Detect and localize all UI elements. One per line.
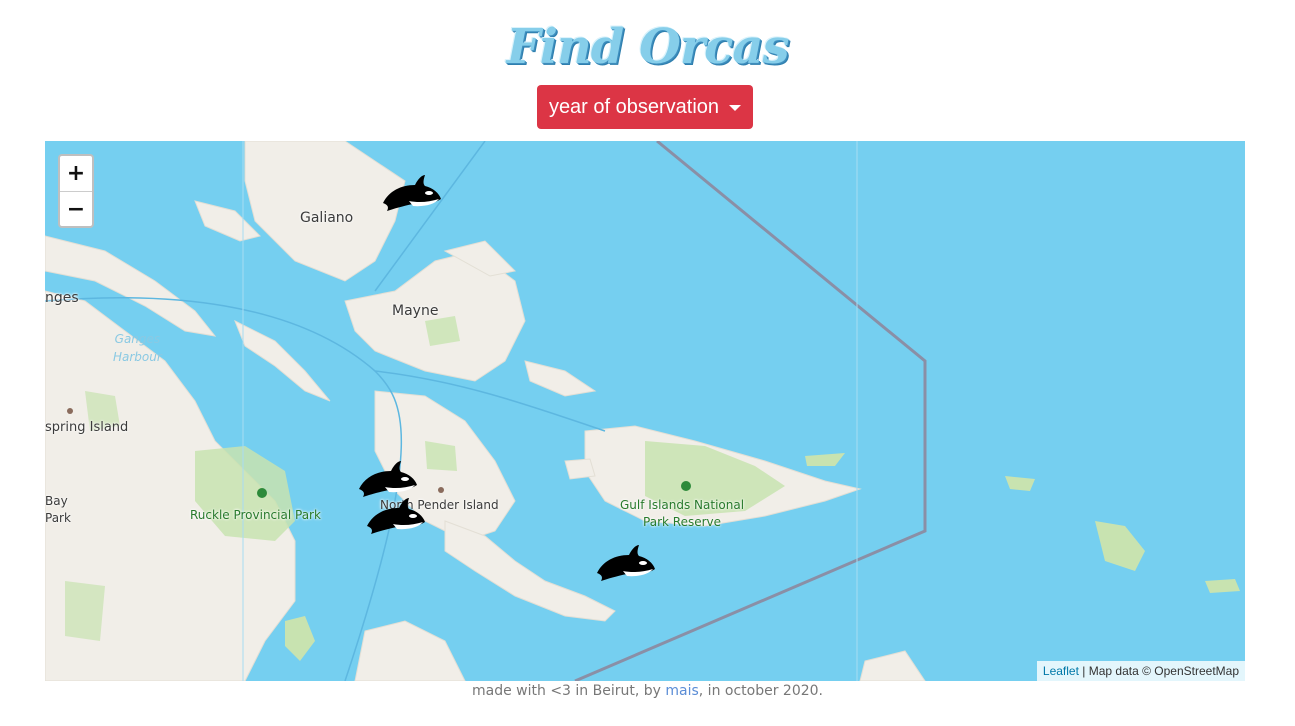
map-label-ruckle: Ruckle Provincial Park — [190, 508, 321, 522]
orca-marker[interactable] — [355, 459, 419, 499]
author-link[interactable]: mais — [665, 683, 698, 699]
attribution-separator: | — [1078, 664, 1089, 678]
gulf-islands-line-1: Gulf Islands National — [620, 498, 745, 512]
caret-down-icon — [729, 105, 742, 111]
ganges-harbour-line-2: Harbour — [113, 350, 162, 364]
footer: made with <3 in Beirut, by mais, in octo… — [0, 683, 1295, 699]
map-attribution: Leaflet | Map data © OpenStreetMap — [1036, 661, 1245, 681]
map-tiles — [45, 141, 1245, 681]
gulf-islands-line-2: Park Reserve — [643, 515, 722, 529]
zoom-out-button[interactable]: − — [60, 192, 92, 226]
orca-marker[interactable] — [593, 543, 657, 583]
year-dropdown-button[interactable]: year of observation — [537, 85, 753, 129]
footer-suffix: , in october 2020. — [698, 683, 823, 699]
bay-park-line-2: Park — [45, 511, 71, 525]
attribution-text: Map data © OpenStreetMap — [1088, 664, 1239, 678]
map-label-bay-park: Bay Park — [45, 493, 71, 527]
orca-marker[interactable] — [379, 173, 443, 213]
orca-icon — [359, 461, 417, 497]
orca-icon — [383, 175, 441, 211]
map-label-ganges-harbour: Ganges Harbour — [113, 330, 162, 366]
map-label-ganges: nges — [45, 290, 79, 306]
orca-marker[interactable] — [363, 496, 427, 536]
orca-icon — [367, 498, 425, 534]
dropdown-label: year of observation — [548, 95, 720, 118]
zoom-control: + − — [58, 154, 94, 228]
map-label-saltspring: spring Island — [45, 420, 129, 435]
leaflet-link[interactable]: Leaflet — [1043, 664, 1079, 678]
orca-icon — [597, 545, 655, 581]
footer-prefix: made with <3 in Beirut, by — [472, 683, 666, 699]
ganges-harbour-line-1: Ganges — [114, 332, 161, 346]
zoom-in-button[interactable]: + — [60, 156, 92, 192]
map-label-gulf-islands-park: Gulf Islands National Park Reserve — [620, 497, 744, 531]
map-label-mayne: Mayne — [392, 303, 439, 319]
bay-park-line-1: Bay — [45, 494, 68, 508]
map-label-galiano: Galiano — [300, 210, 354, 226]
page-title: Find Orcas — [506, 19, 790, 75]
map-view[interactable]: + − Galiano Mayne nges Ganges Harbour sp… — [45, 141, 1245, 681]
